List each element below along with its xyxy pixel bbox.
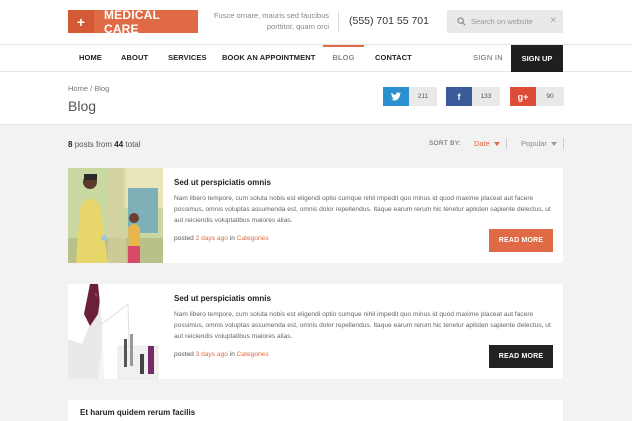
posts-total: 44	[114, 140, 124, 149]
sort-divider	[563, 138, 564, 149]
read-more-button[interactable]: READ MORE	[489, 345, 553, 368]
facebook-icon[interactable]: f	[446, 87, 472, 106]
posts-shown: 8	[68, 140, 73, 149]
google-plus-share[interactable]: g+ 90	[510, 87, 564, 106]
post-meta-posted: posted	[174, 235, 194, 242]
nav-item-contact[interactable]: CONTACT	[375, 45, 412, 71]
sort-divider	[506, 138, 507, 149]
twitter-icon[interactable]	[383, 87, 409, 106]
post-category-link[interactable]: Categories	[237, 235, 269, 242]
header-divider	[338, 11, 339, 33]
sort-date-dropdown[interactable]: Date	[474, 139, 500, 148]
post-title[interactable]: Sed ut perspiciatis omnis	[174, 178, 271, 187]
tagline: Fusce ornare, mauris sed faucibus portti…	[205, 10, 329, 32]
twitter-share[interactable]: 211	[383, 87, 437, 106]
read-more-button[interactable]: READ MORE	[489, 229, 553, 252]
close-icon[interactable]: ✕	[549, 15, 557, 26]
posts-total-label: total	[125, 140, 141, 149]
sort-by-label: SORT BY:	[429, 140, 462, 147]
tagline-line-1: Fusce ornare, mauris sed faucibus	[213, 11, 329, 20]
post-meta: posted 3 days ago in Categories	[174, 351, 269, 358]
logo[interactable]: + MEDICAL CARE	[68, 7, 198, 36]
post-excerpt: Nam libero tempore, cum soluta nobis est…	[174, 311, 551, 341]
site-header: + MEDICAL CARE Fusce ornare, mauris sed …	[0, 0, 632, 44]
search-icon[interactable]	[453, 17, 469, 26]
tagline-line-2: porttitor, quam orci	[266, 22, 329, 31]
post-category-link[interactable]: Categories	[237, 351, 269, 358]
blog-post-card: Sed ut perspiciatis omnis Nam libero tem…	[68, 284, 563, 379]
medical-cross-icon: +	[68, 10, 94, 33]
google-plus-count: 90	[536, 87, 564, 106]
sort-date-label: Date	[474, 139, 490, 148]
search-input[interactable]	[471, 17, 551, 26]
google-plus-icon[interactable]: g+	[510, 87, 536, 106]
posts-count: 8 posts from 44 total	[68, 140, 141, 149]
blog-post-card: Sed ut perspiciatis omnis Nam libero tem…	[68, 168, 563, 263]
post-meta-in: in	[229, 235, 235, 242]
search-box[interactable]: ✕	[447, 10, 563, 33]
post-date-link[interactable]: 3 days ago	[196, 351, 228, 358]
nav-item-book-appointment[interactable]: BOOK AN APPOINTMENT	[222, 45, 315, 71]
post-title[interactable]: Sed ut perspiciatis omnis	[174, 294, 271, 303]
post-thumbnail-doctor-child[interactable]	[68, 168, 163, 263]
nav-item-about[interactable]: ABOUT	[121, 45, 148, 71]
main-nav: HOME ABOUT SERVICES BOOK AN APPOINTMENT …	[0, 44, 632, 72]
sort-popular-dropdown[interactable]: Popular	[521, 139, 557, 148]
post-excerpt: Nam libero tempore, cum soluta nobis est…	[174, 195, 551, 225]
facebook-share[interactable]: f 133	[446, 87, 500, 106]
post-title[interactable]: Et harum quidem rerum facilis	[80, 408, 195, 417]
logo-text: MEDICAL CARE	[103, 7, 160, 36]
breadcrumb[interactable]: Home / Blog	[68, 84, 109, 93]
page-title-bar: Home / Blog Blog 211 f 133 g+ 90	[0, 72, 632, 125]
post-date-link[interactable]: 2 days ago	[196, 235, 228, 242]
blog-post-card: Et harum quidem rerum facilis	[68, 400, 563, 421]
post-meta-posted: posted	[174, 351, 194, 358]
nav-item-home[interactable]: HOME	[79, 45, 102, 71]
post-thumbnail-doctor-coat[interactable]	[68, 284, 163, 379]
nav-item-services[interactable]: SERVICES	[168, 45, 207, 71]
twitter-count: 211	[409, 87, 437, 106]
sign-in-link[interactable]: SIGN IN	[473, 45, 503, 71]
chevron-down-icon	[550, 141, 557, 146]
page-title: Blog	[68, 98, 97, 114]
nav-item-blog[interactable]: BLOG	[323, 45, 364, 71]
posts-count-label: posts from	[74, 140, 113, 149]
phone-number[interactable]: (555) 701 55 701	[349, 15, 429, 27]
post-meta: posted 2 days ago in Categories	[174, 235, 269, 242]
sort-popular-label: Popular	[521, 139, 547, 148]
chevron-down-icon	[493, 141, 500, 146]
post-meta-in: in	[229, 351, 235, 358]
sign-up-button[interactable]: SIGN UP	[511, 45, 563, 72]
facebook-count: 133	[472, 87, 500, 106]
